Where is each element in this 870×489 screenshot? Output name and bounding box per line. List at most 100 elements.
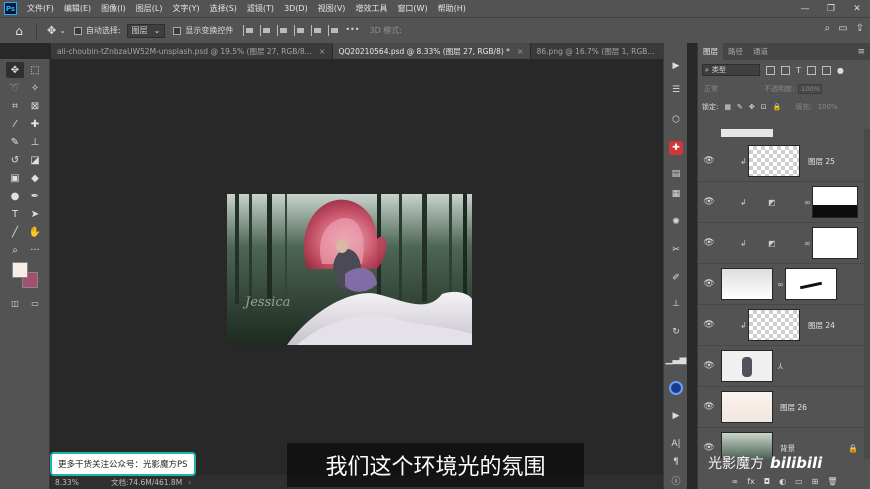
eye-icon[interactable]: 👁 xyxy=(703,320,715,330)
layer-row[interactable]: 👁 ∞ xyxy=(698,264,870,305)
brush-settings-icon[interactable]: ✺ xyxy=(669,215,683,229)
tools-cross-icon[interactable]: ✂ xyxy=(669,243,683,257)
layer-mask-thumbnail[interactable] xyxy=(812,227,858,259)
filter-shape-icon[interactable] xyxy=(806,65,816,75)
menu-layer[interactable]: 图层(L) xyxy=(131,3,168,14)
paragraph-icon[interactable]: ¶ xyxy=(669,455,683,469)
tab-layers[interactable]: 图层 xyxy=(698,43,723,60)
blur-tool-icon[interactable]: ◆ xyxy=(26,170,44,186)
adjustments-icon[interactable]: ☰ xyxy=(669,83,683,97)
more-options-icon[interactable]: ••• xyxy=(345,25,359,36)
status-menu-icon[interactable]: › xyxy=(188,478,191,487)
lock-artboard-icon[interactable]: ⊡ xyxy=(761,103,767,111)
new-layer-icon[interactable]: ⊞ xyxy=(812,477,819,486)
foreground-color-swatch[interactable] xyxy=(12,262,28,278)
link-layers-icon[interactable]: ∞ xyxy=(732,477,739,486)
menu-filter[interactable]: 滤镜(T) xyxy=(242,3,279,14)
close-icon[interactable]: × xyxy=(517,47,524,56)
menu-type[interactable]: 文字(Y) xyxy=(167,3,204,14)
brush-icon[interactable]: ✐ xyxy=(669,271,683,285)
eye-icon[interactable]: 👁 xyxy=(703,238,715,248)
magic-wand-tool-icon[interactable]: ✧ xyxy=(26,80,44,96)
layer-mask-thumbnail[interactable] xyxy=(812,186,858,218)
filter-type-icon[interactable]: T xyxy=(796,66,801,75)
character-icon[interactable]: A| xyxy=(669,437,683,451)
more-tools-icon[interactable]: ··· xyxy=(26,242,44,258)
plugin-red-icon[interactable]: ✚ xyxy=(669,141,683,155)
layer-row[interactable]: 👁 ⅄ xyxy=(698,346,870,387)
clone-stamp-tool-icon[interactable]: ⊥ xyxy=(26,134,44,150)
canvas-area[interactable]: Jessica xyxy=(51,59,663,475)
gradient-tool-icon[interactable]: ▣ xyxy=(6,170,24,186)
lock-transparent-icon[interactable]: ▦ xyxy=(724,103,731,111)
lasso-tool-icon[interactable]: ➰ xyxy=(6,80,24,96)
minimize-button[interactable]: — xyxy=(792,0,818,17)
dodge-tool-icon[interactable]: ● xyxy=(6,188,24,204)
new-group-icon[interactable]: ▭ xyxy=(795,477,803,486)
eye-icon[interactable]: 👁 xyxy=(703,361,715,371)
frame-tool-icon[interactable]: ⊠ xyxy=(26,98,44,114)
layer-mask-thumbnail[interactable] xyxy=(785,268,837,300)
layer-filter-dropdown[interactable]: ⌕ 类型 xyxy=(702,64,760,76)
filter-pixel-icon[interactable] xyxy=(766,65,775,75)
history-brush-tool-icon[interactable]: ↺ xyxy=(6,152,24,168)
delete-layer-icon[interactable]: 🗑 xyxy=(827,477,837,486)
actions-icon[interactable]: ▶ xyxy=(669,409,683,423)
layer-name[interactable]: 图层 25 xyxy=(808,156,835,167)
tab-paths[interactable]: 路径 xyxy=(723,43,748,60)
align-middle-icon[interactable] xyxy=(311,25,323,36)
close-button[interactable]: ✕ xyxy=(844,0,870,17)
zoom-tool-icon[interactable]: ⌕ xyxy=(6,242,24,258)
3d-cube-icon[interactable]: ⬡ xyxy=(669,113,683,127)
auto-select-checkbox[interactable] xyxy=(73,26,82,35)
tab-channels[interactable]: 通道 xyxy=(748,43,773,60)
brush-tool-icon[interactable]: ✎ xyxy=(6,134,24,150)
clone-source-icon[interactable]: ⊥ xyxy=(669,297,683,311)
tab-document-1[interactable]: ali-choubin-tZnbzaUW52M-unsplash.psd @ 1… xyxy=(51,43,333,59)
lock-all-icon[interactable]: 🔒 xyxy=(773,103,782,111)
restore-button[interactable]: ❐ xyxy=(818,0,844,17)
eye-icon[interactable]: 👁 xyxy=(703,156,715,166)
layer-row[interactable]: 👁 ↲ 图层 25 xyxy=(698,141,870,182)
opacity-field[interactable]: 100% xyxy=(798,84,823,94)
menu-window[interactable]: 窗口(W) xyxy=(392,3,432,14)
workspace-icon[interactable]: ▭ xyxy=(838,23,847,34)
menu-image[interactable]: 图像(I) xyxy=(96,3,131,14)
adjustment-layer-icon[interactable]: ◐ xyxy=(779,477,786,486)
layer-row[interactable]: 👁 ↲ ◩ ∞ xyxy=(698,223,870,264)
screen-mode-icon[interactable]: ▭ xyxy=(26,295,44,311)
play-icon[interactable]: ▶ xyxy=(669,59,683,73)
layer-row[interactable]: 👁 图层 26 xyxy=(698,387,870,428)
healing-brush-tool-icon[interactable]: ✚ xyxy=(26,116,44,132)
hand-tool-icon[interactable]: ✋ xyxy=(26,224,44,240)
history-icon[interactable]: ↻ xyxy=(669,325,683,339)
info-icon[interactable]: ⓘ xyxy=(669,473,683,487)
filter-smart-object-icon[interactable] xyxy=(821,65,831,75)
plugin-blue-icon[interactable] xyxy=(669,381,683,395)
eye-icon[interactable]: 👁 xyxy=(703,402,715,412)
menu-edit[interactable]: 编辑(E) xyxy=(59,3,96,14)
menu-select[interactable]: 选择(S) xyxy=(205,3,242,14)
layer-row[interactable]: 👁 ↲ ◩ ∞ xyxy=(698,182,870,223)
menu-plugins[interactable]: 增效工具 xyxy=(350,3,392,14)
blend-mode-dropdown[interactable]: 正常 xyxy=(704,84,718,94)
fill-field[interactable]: 100% xyxy=(818,103,838,111)
filter-adjustment-icon[interactable] xyxy=(781,65,790,75)
align-bottom-icon[interactable] xyxy=(328,25,340,36)
share-icon[interactable]: ⇪ xyxy=(856,23,864,34)
menu-help[interactable]: 帮助(H) xyxy=(433,3,471,14)
align-top-icon[interactable] xyxy=(294,25,306,36)
align-left-icon[interactable] xyxy=(243,25,255,36)
panel-menu-icon[interactable]: ≡ xyxy=(857,47,865,57)
layer-name[interactable]: 图层 26 xyxy=(780,402,807,413)
move-tool-icon[interactable]: ✥ xyxy=(47,24,56,37)
eyedropper-tool-icon[interactable]: ⁄ xyxy=(6,116,24,132)
eraser-tool-icon[interactable]: ◪ xyxy=(26,152,44,168)
lock-position-icon[interactable]: ✥ xyxy=(749,103,755,111)
document-artwork[interactable]: Jessica xyxy=(227,194,472,345)
gradient-panel-icon[interactable]: ▤ xyxy=(669,167,683,181)
layer-name[interactable]: 图层 24 xyxy=(808,320,835,331)
lock-pixels-icon[interactable]: ✎ xyxy=(737,103,743,111)
fx-icon[interactable]: fx xyxy=(747,477,755,486)
close-icon[interactable]: × xyxy=(319,47,326,56)
